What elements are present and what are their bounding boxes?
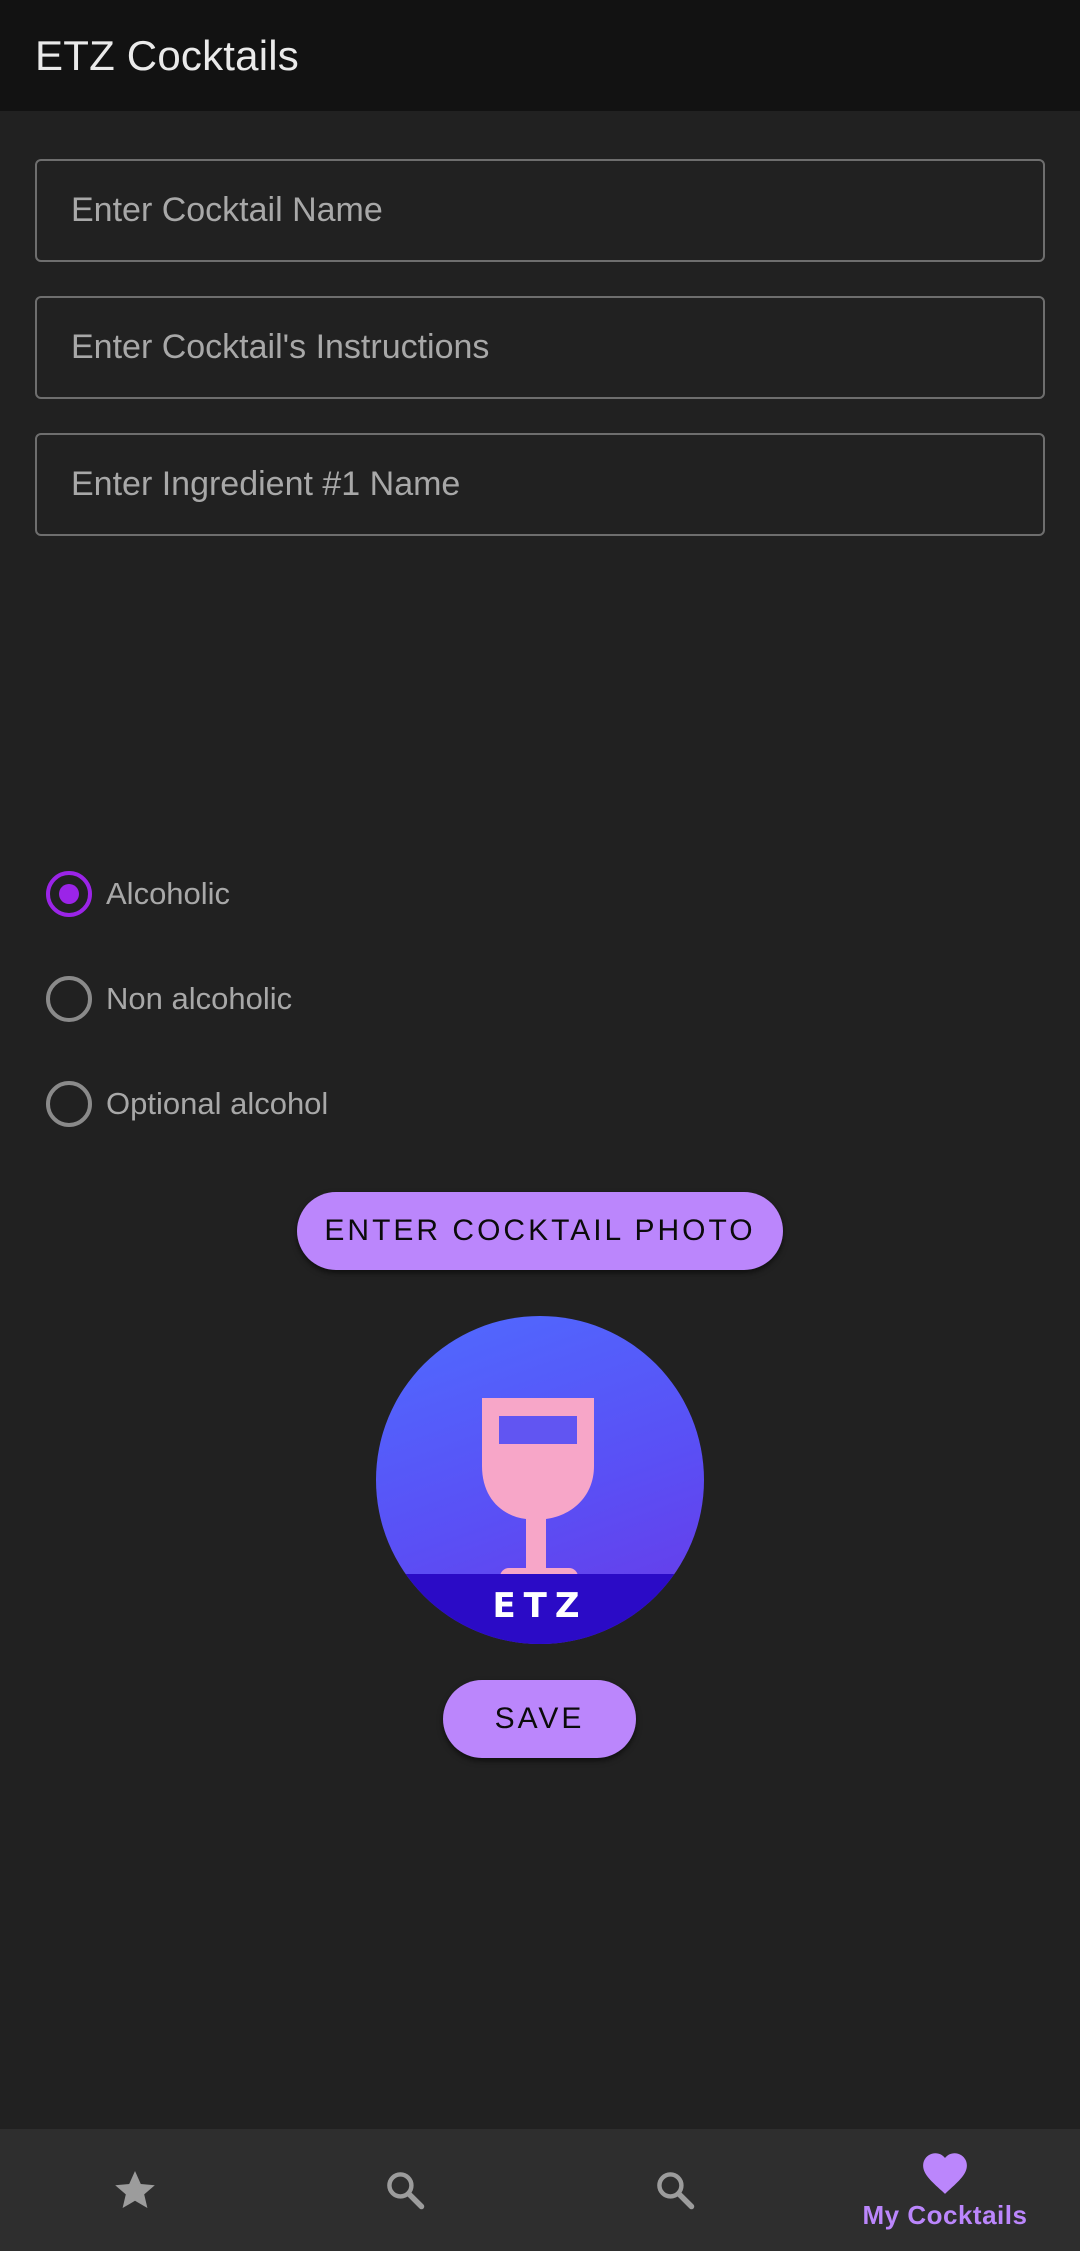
radio-label: Alcoholic: [106, 876, 231, 911]
radio-label: Non alcoholic: [106, 981, 293, 1016]
cocktail-name-input[interactable]: [71, 161, 1043, 260]
app-bar: ETZ Cocktails: [0, 0, 1080, 111]
logo-text: ETZ: [492, 1586, 588, 1626]
radio-unchecked-icon[interactable]: [46, 1081, 92, 1127]
heart-icon: [923, 2152, 967, 2194]
radio-dot: [59, 884, 79, 904]
search-icon: [657, 2172, 695, 2210]
radio-unchecked-icon[interactable]: [46, 976, 92, 1022]
nav-item-search-2[interactable]: [540, 2129, 810, 2251]
ingredient-1-input[interactable]: [71, 435, 1043, 534]
enter-photo-button[interactable]: ENTER COCKTAIL PHOTO: [297, 1192, 783, 1270]
nav-label-my-cocktails: My Cocktails: [862, 2199, 1028, 2230]
radio-checked-icon[interactable]: [46, 871, 92, 917]
save-button[interactable]: SAVE: [443, 1680, 636, 1758]
search-icon: [387, 2172, 425, 2210]
nav-item-search-1[interactable]: [270, 2129, 540, 2251]
logo-band: ETZ: [376, 1574, 704, 1644]
ingredient-1-field: [35, 433, 1045, 536]
cocktail-photo: ETZ: [376, 1316, 704, 1644]
radio-non-alcoholic[interactable]: Non alcoholic: [46, 969, 292, 1029]
instructions-field: [35, 296, 1045, 399]
nav-item-favorites[interactable]: [0, 2129, 270, 2251]
instructions-input[interactable]: [71, 298, 1043, 397]
nav-item-my-cocktails[interactable]: My Cocktails: [810, 2129, 1080, 2251]
bottom-navigation: My Cocktails: [0, 2129, 1080, 2251]
cocktail-name-field: [35, 159, 1045, 262]
star-icon: [115, 2171, 155, 2208]
radio-label: Optional alcohol: [106, 1086, 329, 1121]
app-screen: ETZ Cocktails Alcoholic Non alcoholic Op…: [0, 0, 1080, 2251]
radio-optional-alcohol[interactable]: Optional alcohol: [46, 1074, 328, 1134]
app-title: ETZ Cocktails: [35, 31, 299, 79]
radio-alcoholic[interactable]: Alcoholic: [46, 864, 230, 924]
